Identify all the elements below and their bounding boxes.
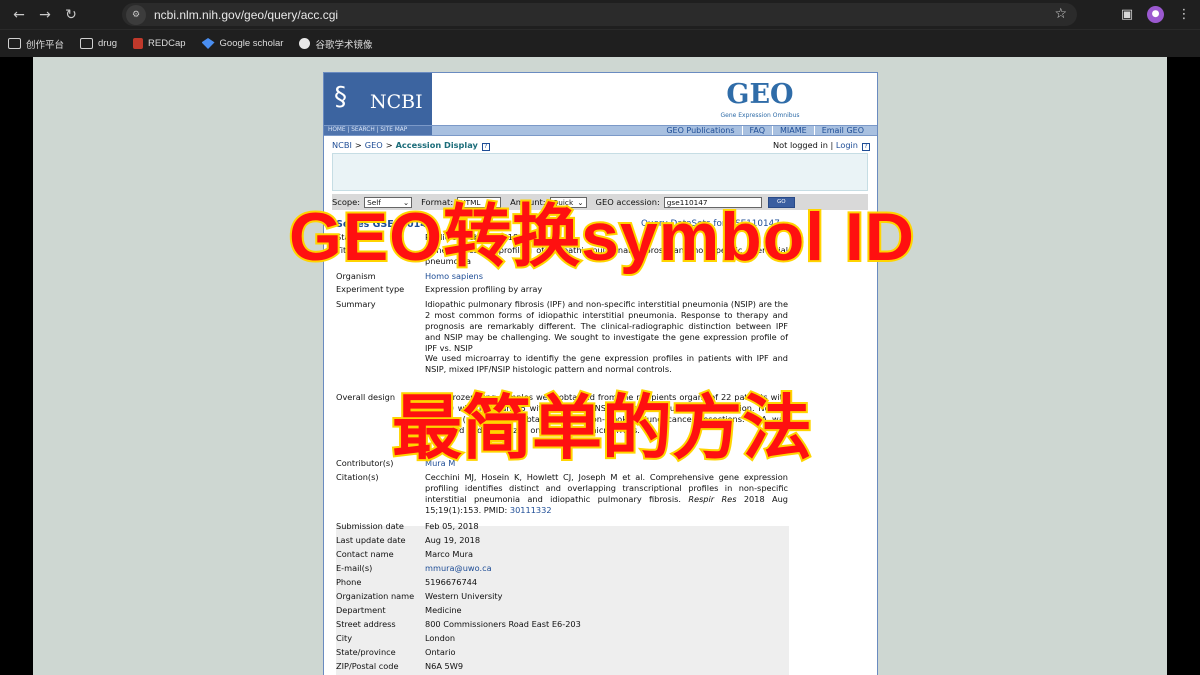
breadcrumb-separator: > <box>354 140 362 150</box>
bookmark-google-scholar[interactable]: Google scholar <box>201 38 284 49</box>
citation-text: Cecchini MJ, Hosein K, Howlett CJ, Josep… <box>425 472 788 516</box>
field-value: Marco Mura <box>425 549 474 559</box>
login-link[interactable]: Login <box>836 140 858 150</box>
field-label: Submission date <box>336 521 404 531</box>
field-label: Experiment type <box>336 284 405 294</box>
reload-icon[interactable]: ↻ <box>58 4 84 26</box>
bookmark-scholar-mirror[interactable]: 谷歌学术镜像 <box>299 37 372 51</box>
field-label: Summary <box>336 299 376 309</box>
mirror-site-icon <box>299 38 311 49</box>
field-value: Idiopathic pulmonary fibrosis (IPF) and … <box>425 299 788 353</box>
overlay-title-line-2: 最简单的方法 <box>390 385 814 471</box>
bookmark-label: drug <box>98 38 118 49</box>
menu-dots-icon[interactable]: ⋮ <box>1174 4 1194 24</box>
bookmark-label: REDCap <box>148 38 186 49</box>
email-geo-link[interactable]: Email GEO <box>813 126 871 135</box>
browser-address-bar: ← → ↻ ⚙ ncbi.nlm.nih.gov/geo/query/acc.c… <box>0 0 1200 29</box>
ncbi-logo[interactable]: § NCBI <box>324 73 432 125</box>
login-status: Not logged in | Login? <box>773 140 870 151</box>
profile-avatar-icon[interactable]: ● <box>1147 5 1164 23</box>
field-label: Contact name <box>336 549 394 559</box>
email-link[interactable]: mmura@uwo.ca <box>425 563 788 574</box>
citation-journal: Respir Res <box>688 494 737 504</box>
not-logged-in-text: Not logged in <box>773 140 828 150</box>
ncbi-label: NCBI <box>370 91 423 113</box>
screenshot-root: ← → ↻ ⚙ ncbi.nlm.nih.gov/geo/query/acc.c… <box>0 0 1200 675</box>
field-label: ZIP/Postal code <box>336 661 399 671</box>
pmid-link[interactable]: 30111332 <box>510 505 552 515</box>
overlay-title-line-1: GEO转换symbol ID <box>287 197 916 277</box>
field-label: City <box>336 633 353 643</box>
geo-header: § NCBI GEO Gene Expression Omnibus <box>324 73 877 125</box>
bookmark-label: 谷歌学术镜像 <box>315 39 373 51</box>
field-label: Phone <box>336 577 362 587</box>
field-value: 5196676744 <box>425 577 478 587</box>
google-scholar-icon <box>201 38 215 49</box>
back-icon[interactable]: ← <box>6 4 32 26</box>
miame-link[interactable]: MIAME <box>772 126 814 135</box>
field-label: Department <box>336 605 386 615</box>
bookmark-redcap[interactable]: REDCap <box>133 38 186 49</box>
bookmark-chuangzuo[interactable]: 创作平台 <box>8 37 64 51</box>
side-panel-icon[interactable]: ▣ <box>1117 4 1137 24</box>
breadcrumb-current-page: Accession Display <box>395 140 478 150</box>
ncbi-helix-icon: § <box>334 82 347 112</box>
field-value: N6A 5W9 <box>425 661 464 671</box>
breadcrumb: NCBI > GEO > Accession Display? <box>332 140 490 151</box>
field-value: London <box>425 633 456 643</box>
field-value: Feb 05, 2018 <box>425 521 479 531</box>
forward-icon[interactable]: → <box>32 4 58 26</box>
field-label: Last update date <box>336 535 406 545</box>
geo-logo-area: GEO Gene Expression Omnibus <box>432 73 877 125</box>
message-panel <box>332 153 868 191</box>
field-value: Ontario <box>425 647 456 657</box>
breadcrumb-ncbi[interactable]: NCBI <box>332 140 352 150</box>
field-value: Aug 19, 2018 <box>425 535 481 545</box>
geo-accession-page: § NCBI GEO Gene Expression Omnibus HOME … <box>323 72 878 675</box>
geo-top-nav: GEO Publications FAQ MIAME Email GEO <box>659 126 871 135</box>
browser-viewport: § NCBI GEO Gene Expression Omnibus HOME … <box>33 57 1167 675</box>
field-label: E-mail(s) <box>336 563 373 573</box>
geo-logo[interactable]: GEO <box>715 80 805 110</box>
field-label: Organization name <box>336 591 415 601</box>
site-info-icon[interactable]: ⚙ <box>126 4 146 25</box>
field-value: 800 Commissioners Road East E6-203 <box>425 619 581 629</box>
field-value: Western University <box>425 591 503 601</box>
field-value: We used microarray to identifiy the gene… <box>425 353 788 374</box>
left-nav-links[interactable]: HOME | SEARCH | SITE MAP <box>324 126 432 135</box>
geo-nav-bar: HOME | SEARCH | SITE MAP GEO Publication… <box>324 125 877 136</box>
geo-publications-link[interactable]: GEO Publications <box>659 126 741 135</box>
breadcrumb-geo[interactable]: GEO <box>365 140 383 150</box>
help-icon[interactable]: ? <box>481 143 490 151</box>
field-value: Medicine <box>425 605 462 615</box>
geo-tagline: Gene Expression Omnibus <box>720 112 800 119</box>
bookmarks-bar: 创作平台 drug REDCap Google scholar 谷歌学术镜像 <box>0 29 1200 57</box>
faq-link[interactable]: FAQ <box>741 126 773 135</box>
bookmark-star-icon[interactable]: ☆ <box>1054 6 1067 22</box>
bookmark-label: 创作平台 <box>26 39 65 51</box>
field-value: Expression profiling by array <box>425 284 543 294</box>
field-label: Street address <box>336 619 396 629</box>
url-field[interactable]: ⚙ ncbi.nlm.nih.gov/geo/query/acc.cgi ☆ <box>122 3 1077 26</box>
redcap-icon <box>133 38 144 49</box>
bookmark-label: Google scholar <box>219 38 284 49</box>
breadcrumb-separator: > <box>385 140 393 150</box>
field-label: State/province <box>336 647 396 657</box>
help-icon[interactable]: ? <box>862 143 870 151</box>
folder-icon <box>8 38 21 49</box>
url-text[interactable]: ncbi.nlm.nih.gov/geo/query/acc.cgi <box>154 8 338 22</box>
browser-tools: ▣ ● ⋮ <box>1117 3 1194 25</box>
folder-icon <box>80 38 94 49</box>
bookmark-drug[interactable]: drug <box>80 38 117 49</box>
